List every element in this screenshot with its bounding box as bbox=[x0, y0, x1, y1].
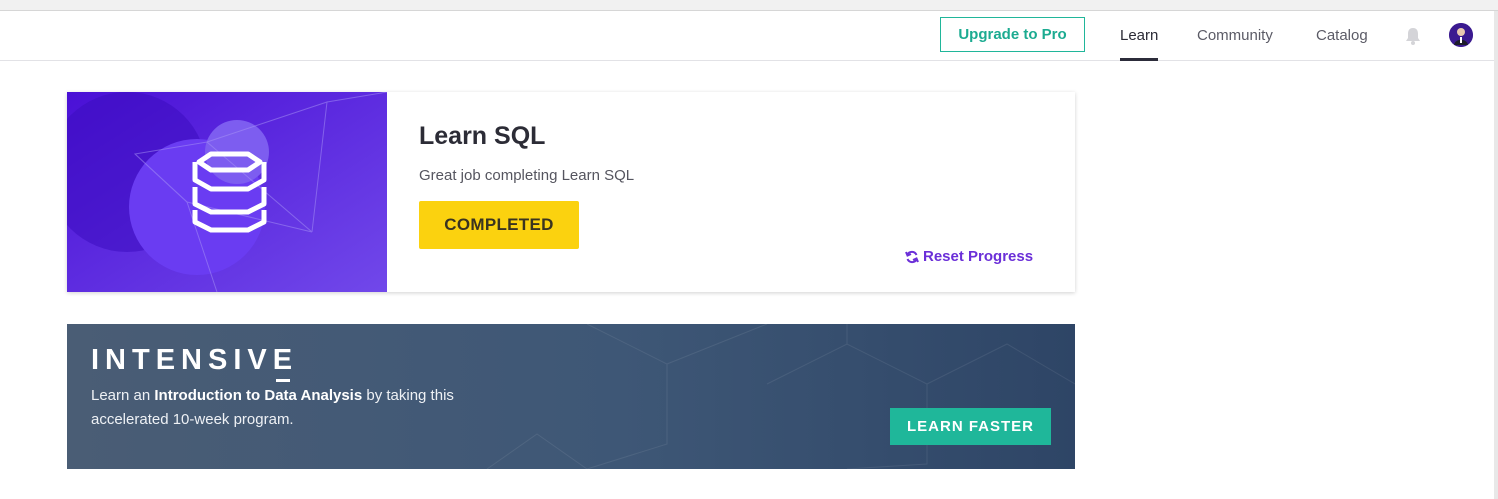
completed-badge: COMPLETED bbox=[419, 201, 579, 249]
course-title: Learn SQL bbox=[419, 122, 546, 150]
bell-icon[interactable] bbox=[1404, 26, 1422, 46]
course-subtitle: Great job completing Learn SQL bbox=[419, 167, 635, 184]
nav-learn[interactable]: Learn bbox=[1120, 11, 1159, 61]
nav-catalog[interactable]: Catalog bbox=[1316, 11, 1368, 60]
heading-accent bbox=[276, 379, 290, 382]
top-nav-bar: Upgrade to Pro Learn Community Catalog bbox=[0, 11, 1494, 61]
course-card[interactable]: Learn SQL Great job completing Learn SQL… bbox=[67, 92, 1075, 292]
learn-faster-button[interactable]: LEARN FASTER bbox=[890, 408, 1051, 445]
scrollbar[interactable] bbox=[1494, 11, 1498, 499]
reset-progress-label: Reset Progress bbox=[923, 248, 1034, 265]
reset-progress-link[interactable]: Reset Progress bbox=[905, 248, 1033, 265]
user-avatar[interactable] bbox=[1449, 23, 1473, 47]
program-name: Introduction to Data Analysis bbox=[154, 387, 363, 404]
browser-top-strip bbox=[0, 0, 1498, 11]
refresh-icon bbox=[905, 250, 919, 263]
upgrade-to-pro-button[interactable]: Upgrade to Pro bbox=[940, 17, 1085, 52]
intensive-heading: INTENSIVE bbox=[91, 344, 299, 376]
nav-community[interactable]: Community bbox=[1197, 11, 1273, 60]
intensive-promo-banner: INTENSIVE Learn an Introduction to Data … bbox=[67, 324, 1075, 469]
promo-text: Learn an Introduction to Data Analysis b… bbox=[91, 387, 454, 428]
course-image bbox=[67, 92, 387, 292]
